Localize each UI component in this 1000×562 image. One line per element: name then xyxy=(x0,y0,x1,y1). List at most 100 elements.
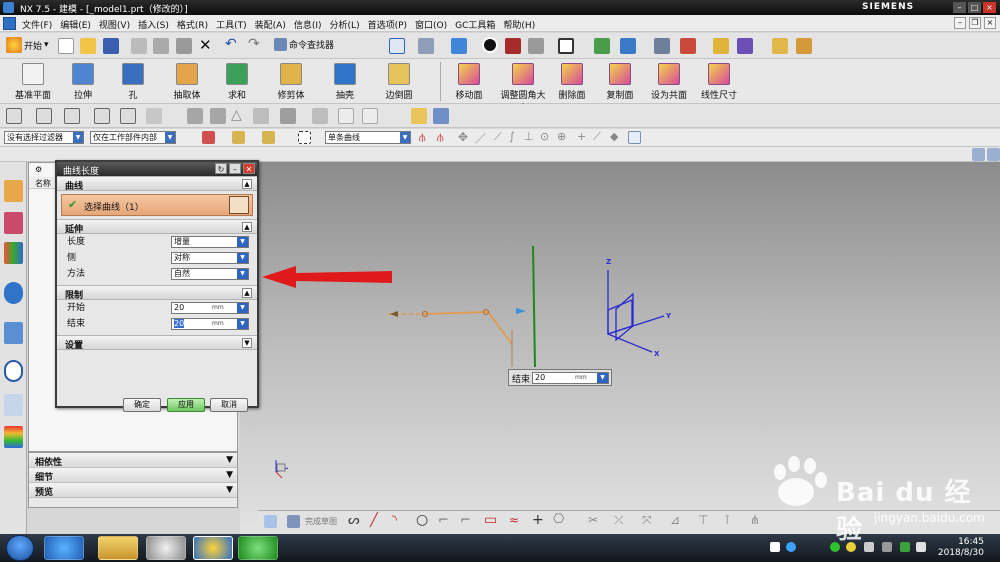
nx-menu-icon[interactable] xyxy=(3,17,16,30)
fit-view-icon[interactable] xyxy=(389,38,405,54)
intersection-icon[interactable]: ⫛ xyxy=(419,131,426,145)
command-finder-button[interactable]: 命令查找器 xyxy=(274,38,334,51)
curve-tool-icon[interactable] xyxy=(120,108,136,124)
constraint-icon[interactable]: ⊿ xyxy=(670,513,680,527)
snap-quadrant-icon[interactable]: ⊕ xyxy=(557,130,566,143)
section-extend[interactable]: 延伸 ▲ xyxy=(57,219,257,235)
menu-item[interactable]: 信息(I) xyxy=(294,18,330,31)
preview-section[interactable]: 预览 ▼ xyxy=(29,483,237,498)
curve-tool-icon[interactable] xyxy=(64,108,80,124)
measure-icon[interactable] xyxy=(796,38,812,54)
snap-center-icon[interactable]: ⊙ xyxy=(540,130,549,143)
tray-icon[interactable] xyxy=(770,542,780,552)
minimize-button[interactable]: – xyxy=(953,2,966,13)
gray-tool-icon[interactable] xyxy=(187,108,203,124)
snap-point-icon[interactable]: ✥ xyxy=(458,130,468,144)
assembly-navigator-icon[interactable] xyxy=(4,180,23,202)
snap-box-icon[interactable] xyxy=(628,131,641,144)
magic-wand-icon[interactable] xyxy=(713,38,729,54)
spinner-icon[interactable]: ▼ xyxy=(237,303,248,313)
curve-tool-icon[interactable] xyxy=(6,108,22,124)
cut-icon[interactable] xyxy=(131,38,147,54)
circle-icon[interactable]: ○ xyxy=(416,512,428,528)
red-cube-icon[interactable] xyxy=(505,38,521,54)
paint-icon[interactable] xyxy=(146,536,186,560)
panel-icon[interactable] xyxy=(972,148,985,161)
assembly-icon[interactable] xyxy=(654,38,670,54)
maximize-button[interactable]: □ xyxy=(968,2,981,13)
select-all-icon[interactable] xyxy=(202,131,215,144)
select-curve-row[interactable]: ✔ 选择曲线（1） xyxy=(61,194,253,216)
doc-restore-button[interactable]: ❐ xyxy=(969,17,981,29)
collapse-icon[interactable]: – xyxy=(229,163,241,174)
help-tray-icon[interactable] xyxy=(786,542,796,552)
extend-icon[interactable]: ⤫ xyxy=(614,513,624,528)
ok-button[interactable]: 确定 xyxy=(123,398,161,412)
save-icon[interactable] xyxy=(103,38,119,54)
nx-taskbar-icon[interactable] xyxy=(193,536,233,560)
document-icon[interactable] xyxy=(433,108,449,124)
constraint-navigator-icon[interactable] xyxy=(4,212,23,234)
dependencies-section[interactable]: 相依性 ▼ xyxy=(29,453,237,468)
part-navigator-icon[interactable] xyxy=(4,242,23,264)
layer-icon[interactable] xyxy=(620,38,636,54)
gray-tool-icon[interactable] xyxy=(338,108,354,124)
curve-tool-icon[interactable] xyxy=(36,108,52,124)
offset-icon[interactable]: ⎔ xyxy=(553,512,564,527)
select-icon[interactable] xyxy=(262,131,275,144)
menu-item[interactable]: 帮助(H) xyxy=(503,18,543,31)
scope-dropdown[interactable]: 仅在工作部件内部 ▼ xyxy=(90,131,176,144)
menu-item[interactable]: 窗口(O) xyxy=(415,18,455,31)
menu-item[interactable]: 装配(A) xyxy=(255,18,294,31)
gray-tool-icon[interactable] xyxy=(312,108,328,124)
intersection-icon[interactable]: ⫛ xyxy=(437,131,444,145)
select-icon[interactable] xyxy=(232,131,245,144)
spinner-icon[interactable]: ▼ xyxy=(237,319,248,329)
undo-icon[interactable]: ↶ xyxy=(225,36,237,52)
rotate-view-icon[interactable] xyxy=(418,38,434,54)
gray-tool-icon[interactable] xyxy=(253,108,269,124)
gray-cube-icon[interactable] xyxy=(528,38,544,54)
arc-icon[interactable]: ◝ xyxy=(392,513,397,528)
auto-constrain-icon[interactable]: ⊺ xyxy=(724,513,730,527)
snap-face-icon[interactable]: ◆ xyxy=(610,130,618,143)
gray-tool-icon[interactable] xyxy=(280,108,296,124)
doc-minimize-button[interactable]: – xyxy=(954,17,966,29)
pencil-icon[interactable] xyxy=(411,108,427,124)
profile-icon[interactable]: ᔕ xyxy=(348,513,360,528)
filter-dropdown[interactable]: 没有选择过滤器 ▼ xyxy=(4,131,84,144)
ruler-icon[interactable] xyxy=(772,38,788,54)
render-style-icon[interactable] xyxy=(482,37,498,53)
details-section[interactable]: 细节 ▼ xyxy=(29,468,237,483)
apply-button[interactable]: 应用 xyxy=(167,398,205,412)
copy-icon[interactable] xyxy=(153,38,169,54)
menu-item[interactable]: 首选项(P) xyxy=(368,18,415,31)
palette-icon[interactable] xyxy=(4,426,23,448)
info-icon[interactable] xyxy=(4,282,23,304)
table-icon[interactable] xyxy=(146,108,162,124)
menu-item[interactable]: 视图(V) xyxy=(99,18,138,31)
side-dropdown[interactable]: 对称 ▼ xyxy=(171,252,249,264)
paste-icon[interactable] xyxy=(176,38,192,54)
open-folder-icon[interactable] xyxy=(80,38,96,54)
reuse-library-icon[interactable] xyxy=(4,322,23,344)
menu-item[interactable]: GC工具箱 xyxy=(455,18,503,31)
snap-mid-icon[interactable]: ∫ xyxy=(509,130,515,143)
explorer-icon[interactable] xyxy=(98,536,138,560)
menu-item[interactable]: 格式(R) xyxy=(177,18,216,31)
end-float-input[interactable]: 结束 20 mm ▼ xyxy=(508,369,612,386)
web-browser-icon[interactable] xyxy=(4,394,23,416)
doc-close-button[interactable]: × xyxy=(984,17,996,29)
start-button[interactable]: 开始 ▾ xyxy=(6,37,49,53)
mirror-icon[interactable]: ⋔ xyxy=(750,513,760,527)
section-settings[interactable]: 设置 ▼ xyxy=(57,335,257,351)
start-input[interactable]: 20 mm ▼ xyxy=(171,302,249,314)
navigator-tree[interactable] xyxy=(33,193,53,283)
sketch-icon[interactable] xyxy=(264,515,277,528)
menu-item[interactable]: 文件(F) xyxy=(22,18,60,31)
menu-item[interactable]: 分析(L) xyxy=(330,18,368,31)
history-clock-icon[interactable] xyxy=(4,360,23,382)
dimension-icon[interactable]: ⊤ xyxy=(698,513,708,527)
close-button[interactable]: × xyxy=(983,2,996,13)
snap-perp-icon[interactable]: ⊥ xyxy=(524,130,534,143)
